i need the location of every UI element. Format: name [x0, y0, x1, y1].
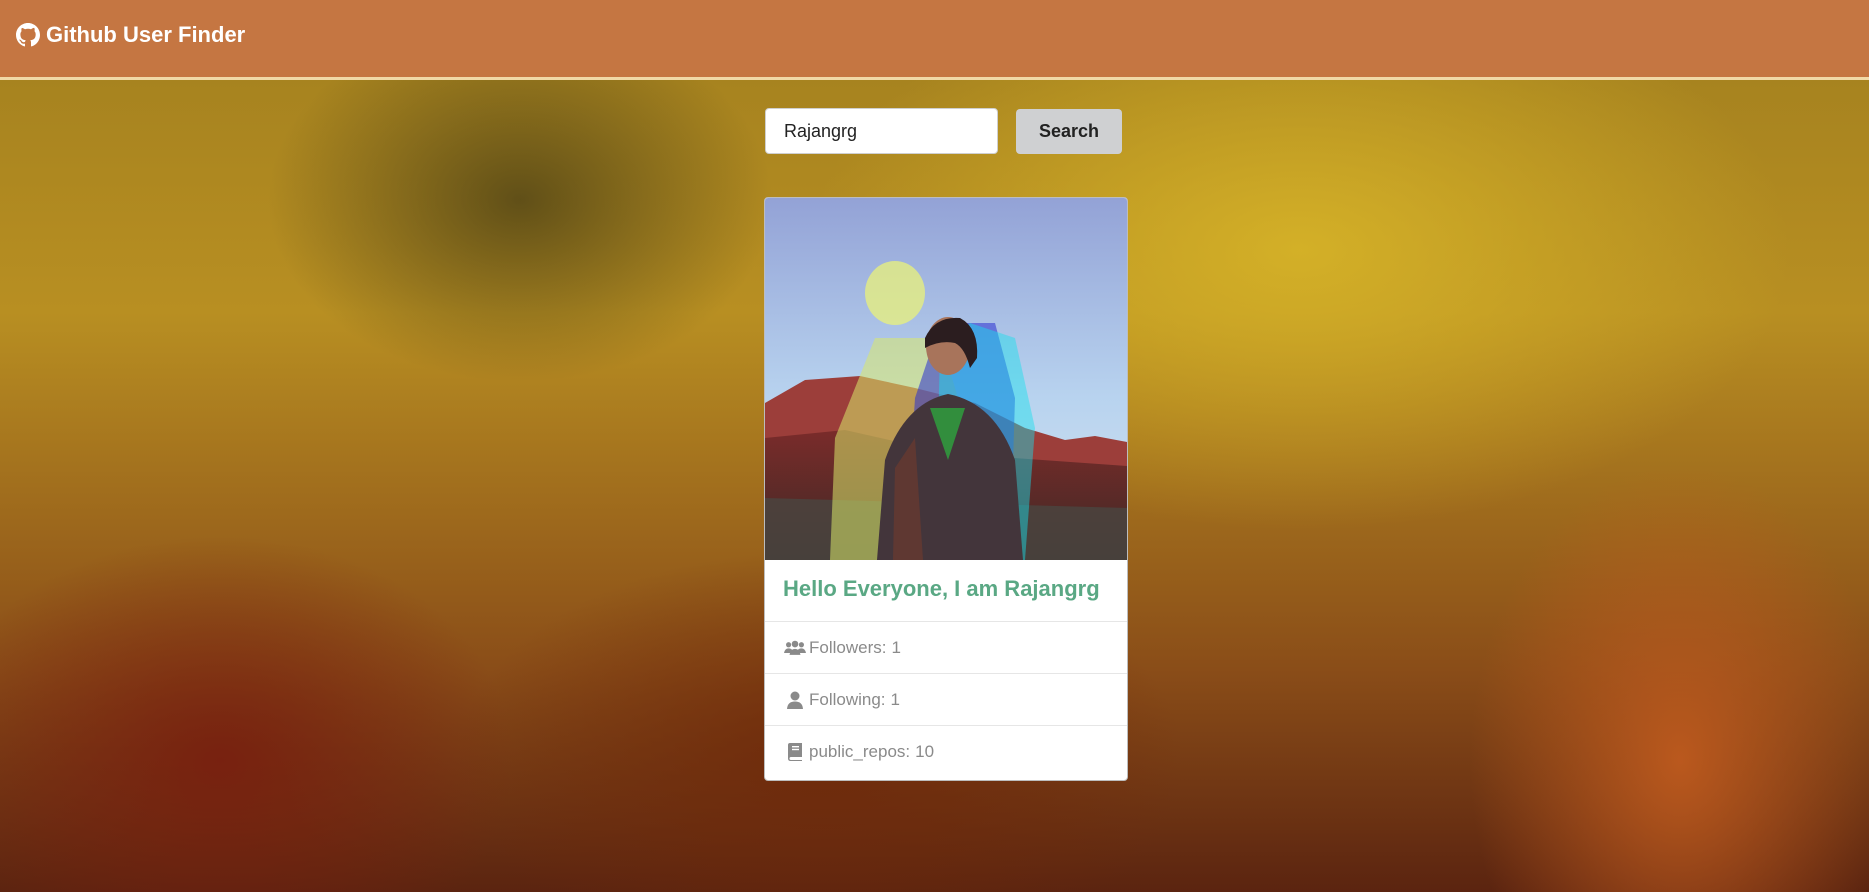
brand-title: Github User Finder	[46, 21, 246, 47]
repos-item: public_repos: 10	[765, 726, 1127, 778]
followers-item: Followers: 1	[765, 622, 1127, 674]
repos-label: public_repos:	[809, 742, 911, 761]
avatar	[765, 198, 1127, 560]
search-input[interactable]	[765, 108, 998, 154]
search-form: Search	[765, 108, 1122, 154]
users-icon	[783, 638, 807, 658]
github-icon	[16, 22, 40, 47]
search-button[interactable]: Search	[1016, 108, 1122, 154]
followers-label: Followers:	[809, 637, 887, 657]
following-item: Following: 1	[765, 674, 1127, 726]
book-icon	[783, 742, 807, 762]
navbar: Github User Finder	[0, 0, 1869, 80]
user-icon	[783, 690, 807, 710]
brand-link[interactable]: Github User Finder	[16, 22, 245, 48]
followers-value: 1	[891, 637, 901, 657]
following-label: Following:	[809, 689, 886, 709]
repos-value: 10	[915, 742, 935, 761]
profile-card: Hello Everyone, I am Rajangrg Followers:…	[764, 197, 1128, 781]
profile-greeting: Hello Everyone, I am Rajangrg	[765, 560, 1127, 622]
following-value: 1	[890, 689, 901, 709]
